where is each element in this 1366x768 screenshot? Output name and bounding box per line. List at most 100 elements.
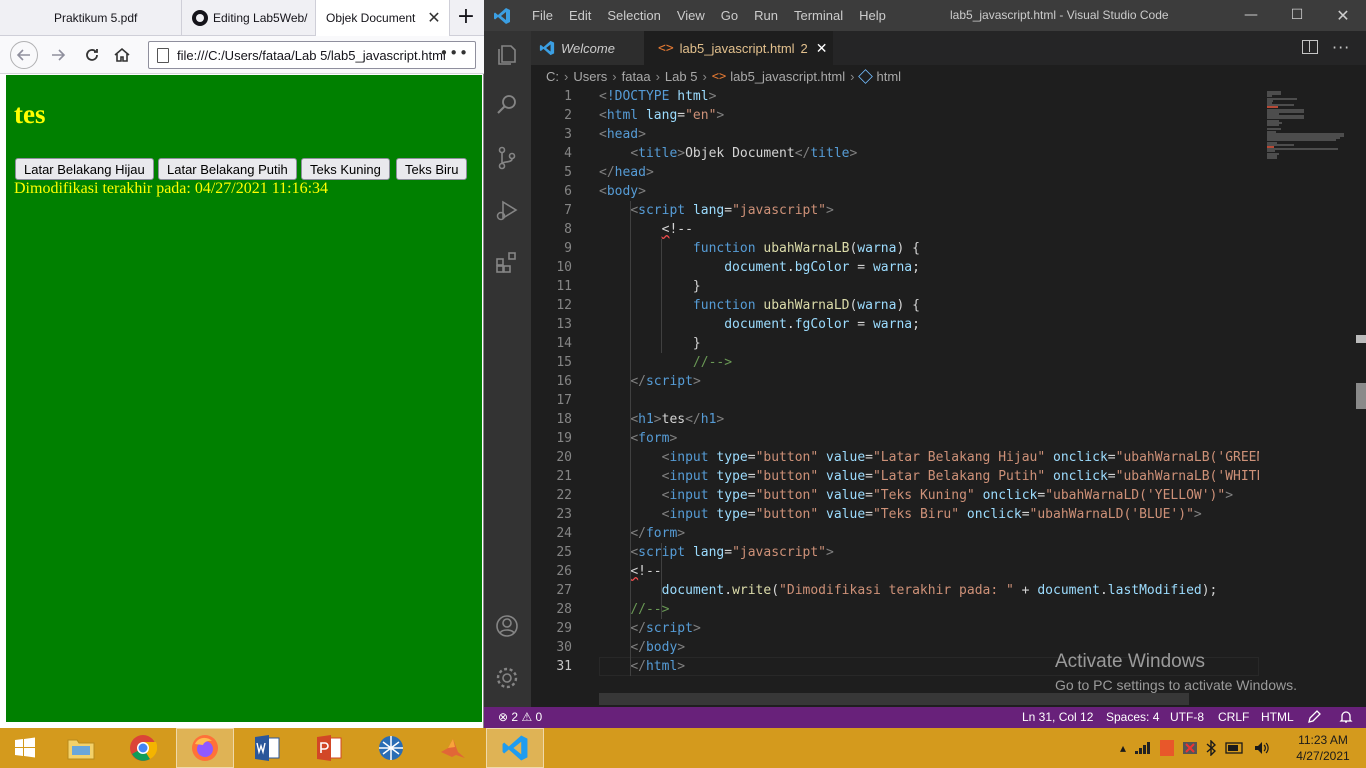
breadcrumb-file[interactable]: lab5_javascript.html <box>730 69 845 84</box>
start-button[interactable] <box>0 728 50 768</box>
code-line[interactable]: <title>Objek Document</title> <box>599 144 857 163</box>
browser-tab-editing[interactable]: Editing Lab5Web/ <box>182 0 316 36</box>
menu-help[interactable]: Help <box>851 8 894 23</box>
feedback-icon[interactable] <box>1307 710 1321 724</box>
code-line[interactable]: <input type="button" value="Teks Kuning"… <box>599 486 1233 505</box>
code-line[interactable]: function ubahWarnaLD(warna) { <box>599 296 920 315</box>
code-editor[interactable]: 1 2 3 4 5 6 7 8 9 10 11 12 13 14 15 16 17 18 19 20 21 22 23 24 2… <box>531 87 1366 707</box>
menu-edit[interactable]: Edit <box>561 8 599 23</box>
vertical-scrollbar[interactable] <box>1353 87 1366 707</box>
scrollbar-thumb[interactable] <box>1356 383 1366 409</box>
breadcrumb-lab5[interactable]: Lab 5 <box>665 69 698 84</box>
minimize-button[interactable]: — <box>1228 0 1274 31</box>
tab-lab5-javascript[interactable]: <> lab5_javascript.html 2 ✕ <box>644 31 833 65</box>
teks-kuning-button[interactable]: Teks Kuning <box>301 158 390 180</box>
account-icon[interactable] <box>494 613 520 639</box>
search-icon[interactable] <box>494 92 520 118</box>
browser-tab-praktikum[interactable]: Praktikum 5.pdf <box>0 0 182 36</box>
latar-belakang-putih-button[interactable]: Latar Belakang Putih <box>158 158 297 180</box>
code-line[interactable]: //--> <box>599 353 732 372</box>
extensions-icon[interactable] <box>494 249 520 275</box>
close-window-button[interactable]: ✕ <box>1320 0 1366 31</box>
problems-indicator[interactable]: ⊗ 2 ⚠ 0 <box>498 710 542 724</box>
code-lines[interactable]: <!DOCTYPE html> <html lang="en"> <head> <t… <box>599 87 1259 707</box>
minimap[interactable] <box>1259 87 1353 707</box>
back-button[interactable] <box>10 41 38 69</box>
address-bar[interactable]: file:///C:/Users/fataa/Lab 5/lab5_javasc… <box>148 41 476 69</box>
home-button[interactable] <box>108 41 136 69</box>
code-line[interactable]: <html lang="en"> <box>599 106 724 125</box>
taskbar-network-app[interactable] <box>362 728 420 768</box>
bell-icon[interactable] <box>1339 710 1353 724</box>
menu-go[interactable]: Go <box>713 8 746 23</box>
code-line[interactable]: function ubahWarnaLB(warna) { <box>599 239 920 258</box>
code-line[interactable]: <!-- <box>599 220 693 239</box>
menu-run[interactable]: Run <box>746 8 786 23</box>
browser-tab-objek-document[interactable]: Objek Document ✕ <box>316 0 450 36</box>
tab-welcome[interactable]: Welcome <box>531 31 644 65</box>
code-line[interactable]: } <box>599 277 701 296</box>
new-tab-button[interactable]: + <box>452 4 480 32</box>
code-line[interactable]: <head> <box>599 125 646 144</box>
source-control-icon[interactable] <box>494 145 520 171</box>
code-line[interactable]: </script> <box>599 372 700 391</box>
language-mode[interactable]: HTML <box>1261 710 1294 724</box>
code-line[interactable]: <!DOCTYPE html> <box>599 87 716 106</box>
code-line[interactable]: </html> <box>599 657 685 676</box>
chevron-up-icon[interactable]: ▴ <box>1120 741 1126 755</box>
encoding-setting[interactable]: UTF-8 <box>1170 710 1204 724</box>
latar-belakang-hijau-button[interactable]: Latar Belakang Hijau <box>15 158 154 180</box>
menu-selection[interactable]: Selection <box>599 8 668 23</box>
more-actions-button[interactable]: ··· <box>1332 38 1350 57</box>
code-line[interactable]: } <box>599 334 701 353</box>
code-line[interactable]: <input type="button" value="Latar Belaka… <box>599 448 1259 467</box>
maximize-button[interactable]: ☐ <box>1274 0 1320 31</box>
taskbar-matlab[interactable] <box>424 728 482 768</box>
code-line[interactable]: </script> <box>599 619 700 638</box>
code-line[interactable]: <script lang="javascript"> <box>599 543 834 562</box>
breadcrumb-drive[interactable]: C: <box>546 69 559 84</box>
split-editor-icon[interactable] <box>1302 40 1318 54</box>
run-debug-icon[interactable] <box>494 197 520 223</box>
code-line[interactable]: document.bgColor = warna; <box>599 258 920 277</box>
code-line[interactable]: </body> <box>599 638 685 657</box>
page-actions-button[interactable]: ••• <box>439 44 469 62</box>
volume-icon[interactable] <box>1254 741 1270 755</box>
taskbar-word[interactable] <box>238 728 296 768</box>
url-text[interactable]: file:///C:/Users/fataa/Lab 5/lab5_javasc… <box>177 48 449 63</box>
code-line[interactable]: <input type="button" value="Teks Biru" o… <box>599 505 1202 524</box>
taskbar-vscode[interactable] <box>486 728 544 768</box>
taskbar-file-explorer[interactable] <box>52 728 110 768</box>
signal-icon[interactable] <box>1135 742 1151 754</box>
breadcrumb-fataa[interactable]: fataa <box>622 69 651 84</box>
code-line[interactable]: document.write("Dimodifikasi terakhir pa… <box>599 581 1218 600</box>
taskbar-chrome[interactable] <box>114 728 172 768</box>
system-clock[interactable]: 11:23 AM 4/27/2021 <box>1290 732 1356 764</box>
close-icon[interactable]: ✕ <box>816 40 828 57</box>
explorer-icon[interactable] <box>494 41 520 67</box>
menu-terminal[interactable]: Terminal <box>786 8 851 23</box>
code-line[interactable]: document.fgColor = warna; <box>599 315 920 334</box>
breadcrumb-symbol-html[interactable]: html <box>876 69 901 84</box>
menu-view[interactable]: View <box>669 8 713 23</box>
security-alert-icon[interactable] <box>1183 740 1198 756</box>
cursor-position[interactable]: Ln 31, Col 12 <box>1022 710 1093 724</box>
taskbar-powerpoint[interactable] <box>300 728 358 768</box>
teks-biru-button[interactable]: Teks Biru <box>396 158 468 180</box>
taskbar-firefox[interactable] <box>176 728 234 768</box>
reload-button[interactable] <box>78 41 106 69</box>
office-icon[interactable] <box>1160 740 1175 756</box>
indentation-setting[interactable]: Spaces: 4 <box>1106 710 1159 724</box>
menu-file[interactable]: File <box>524 8 561 23</box>
code-line[interactable]: <h1>tes</h1> <box>599 410 724 429</box>
gear-icon[interactable] <box>494 665 520 691</box>
code-line[interactable]: </form> <box>599 524 685 543</box>
code-line[interactable]: <form> <box>599 429 677 448</box>
code-line[interactable]: </head> <box>599 163 654 182</box>
eol-setting[interactable]: CRLF <box>1218 710 1249 724</box>
horizontal-scrollbar[interactable] <box>599 693 1189 705</box>
forward-button[interactable] <box>44 41 72 69</box>
bluetooth-icon[interactable] <box>1206 740 1217 756</box>
close-icon[interactable]: ✕ <box>425 9 443 27</box>
breadcrumb-users[interactable]: Users <box>573 69 607 84</box>
